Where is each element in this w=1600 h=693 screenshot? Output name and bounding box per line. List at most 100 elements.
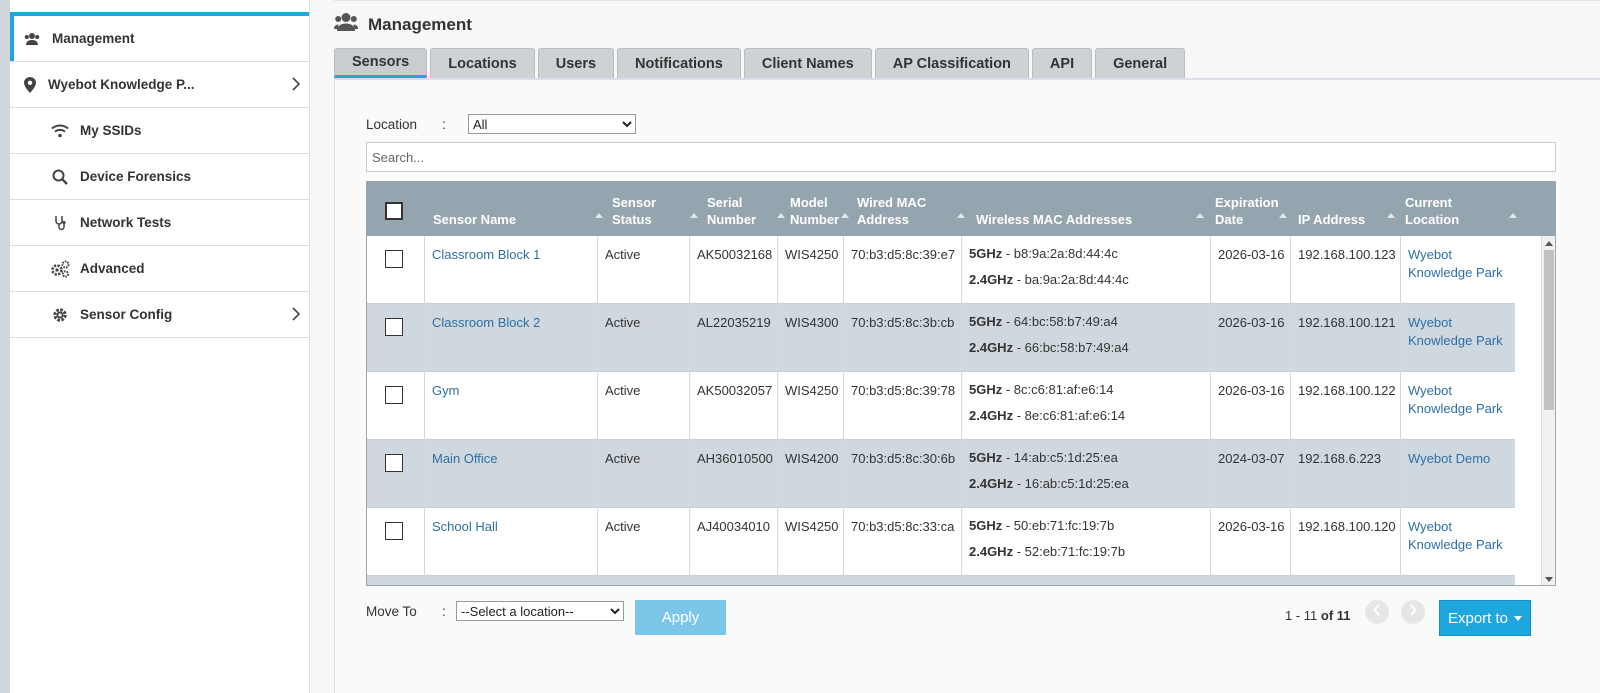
serial-number: AL22035219 xyxy=(697,315,771,330)
scroll-thumb[interactable] xyxy=(1544,250,1554,410)
users-icon xyxy=(22,29,42,49)
main-content: Management Sensors Locations Users Notif… xyxy=(334,0,1600,693)
row-checkbox[interactable] xyxy=(385,522,403,540)
sort-icon xyxy=(841,213,849,218)
col-header-current-location[interactable]: Current Location xyxy=(1405,194,1459,228)
location-link[interactable]: Wyebot Demo xyxy=(1408,451,1490,466)
sidebar-item-device-forensics[interactable]: Device Forensics xyxy=(10,154,309,200)
sensor-status: Active xyxy=(605,451,641,466)
sidebar-item-my-ssids[interactable]: My SSIDs xyxy=(10,108,309,154)
location-link[interactable]: Wyebot Knowledge Park xyxy=(1408,519,1503,552)
scroll-up-icon[interactable] xyxy=(1545,241,1553,246)
tab-client-names[interactable]: Client Names xyxy=(743,48,872,78)
table-row: School Hall Active AJ40034010 WIS4250 70… xyxy=(367,508,1515,576)
caret-down-icon xyxy=(1514,615,1523,621)
sort-icon xyxy=(957,213,965,218)
sidebar-item-management[interactable]: Management xyxy=(10,16,309,62)
chevron-left-icon xyxy=(1373,603,1381,621)
table-row: Classroom Block 1 Active AK50032168 WIS4… xyxy=(367,236,1515,304)
sidebar-item-network-tests[interactable]: Network Tests xyxy=(10,200,309,246)
ip-address: 192.168.6.223 xyxy=(1298,451,1382,466)
table-body: Classroom Block 1 Active AK50032168 WIS4… xyxy=(367,236,1515,585)
gear-icon xyxy=(50,305,70,325)
tab-ap-classification[interactable]: AP Classification xyxy=(874,48,1029,78)
model-number: WIS4250 xyxy=(785,519,839,534)
prev-page-button[interactable] xyxy=(1365,600,1389,624)
col-header-ip-address[interactable]: IP Address xyxy=(1298,211,1365,228)
sort-icon xyxy=(777,213,785,218)
model-number: WIS4250 xyxy=(785,247,839,262)
pager-total: of 11 xyxy=(1320,608,1351,623)
sensor-name-link[interactable]: Gym xyxy=(432,383,459,398)
col-header-sensor-name[interactable]: Sensor Name xyxy=(433,211,516,228)
sidebar-item-label: My SSIDs xyxy=(80,123,142,138)
move-to-label: Move To xyxy=(366,603,417,619)
wireless-mac: 5GHz - b8:9a:2a:8d:44:4c 2.4GHz - ba:9a:… xyxy=(962,236,1211,304)
sidebar: Management Wyebot Knowledge P... My SSID… xyxy=(10,0,310,693)
row-checkbox[interactable] xyxy=(385,454,403,472)
expiration-date: 2026-03-16 xyxy=(1218,519,1285,534)
export-button[interactable]: Export to xyxy=(1439,600,1531,636)
sort-icon xyxy=(1279,213,1287,218)
sensor-name-link[interactable]: Main Office xyxy=(432,451,498,466)
tab-locations[interactable]: Locations xyxy=(430,48,535,78)
model-number: WIS4200 xyxy=(785,451,839,466)
col-header-model-number[interactable]: Model Number xyxy=(790,194,839,228)
wired-mac: 70:b3:d5:8c:33:ca xyxy=(851,519,955,534)
tab-users[interactable]: Users xyxy=(537,48,615,78)
apply-button[interactable]: Apply xyxy=(635,600,726,635)
row-checkbox[interactable] xyxy=(385,250,403,268)
sensors-panel: Location : All Sensor Name SensorStatus … xyxy=(334,78,1600,693)
scroll-down-icon[interactable] xyxy=(1545,577,1553,582)
serial-number: AK50032168 xyxy=(697,247,773,262)
tab-sensors[interactable]: Sensors xyxy=(334,48,428,78)
col-header-wireless-mac[interactable]: Wireless MAC Addresses xyxy=(976,211,1132,228)
chevron-right-icon xyxy=(291,306,301,325)
sidebar-item-advanced[interactable]: Advanced xyxy=(10,246,309,292)
location-label: Location xyxy=(366,116,418,132)
sidebar-item-sensor-config[interactable]: Sensor Config xyxy=(10,292,309,338)
location-link[interactable]: Wyebot Knowledge Park xyxy=(1408,315,1503,348)
table-row: Classroom Block 2 Active AL22035219 WIS4… xyxy=(367,304,1515,372)
row-checkbox[interactable] xyxy=(385,386,403,404)
sensor-name-link[interactable]: Classroom Block 2 xyxy=(432,315,540,330)
move-to-select[interactable]: --Select a location-- xyxy=(456,601,624,621)
next-page-button[interactable] xyxy=(1401,600,1425,624)
location-link[interactable]: Wyebot Knowledge Park xyxy=(1408,383,1503,416)
pager-range: 1 - 11 xyxy=(1285,608,1318,623)
col-header-serial-number[interactable]: Serial Number xyxy=(707,194,756,228)
sidebar-item-label: Network Tests xyxy=(80,215,172,230)
sensors-table: Sensor Name Sensor Status Serial Number Mo… xyxy=(366,181,1556,586)
table-scrollbar[interactable] xyxy=(1541,236,1555,585)
sidebar-item-location[interactable]: Wyebot Knowledge P... xyxy=(10,62,309,108)
col-header-wired-mac[interactable]: Wired MAC Address xyxy=(857,194,926,228)
tab-notifications[interactable]: Notifications xyxy=(617,48,741,78)
col-header-expiration-date[interactable]: Expiration Date xyxy=(1215,194,1279,228)
export-label: Export to xyxy=(1447,609,1509,627)
sensor-name-link[interactable]: School Hall xyxy=(432,519,498,534)
ip-address: 192.168.100.122 xyxy=(1298,383,1396,398)
wireless-mac: 5GHz - 50:eb:71:fc:19:7b 2.4GHz - 52:eb:… xyxy=(962,508,1211,576)
sidebar-item-label: Wyebot Knowledge P... xyxy=(48,77,195,92)
model-number: WIS4300 xyxy=(785,315,839,330)
users-icon xyxy=(334,12,358,37)
sensor-name-link[interactable]: Classroom Block 1 xyxy=(432,247,540,262)
col-header-sensor-status[interactable]: Sensor Status xyxy=(612,194,656,228)
wireless-mac: 5GHz - 64:bc:58:b7:49:a4 2.4GHz - 66:bc:… xyxy=(962,304,1211,372)
top-rule xyxy=(334,0,1600,3)
ip-address: 192.168.100.120 xyxy=(1298,519,1396,534)
wired-mac: 70:b3:d5:8c:30:6b xyxy=(851,451,956,466)
select-all-checkbox[interactable] xyxy=(385,202,403,220)
stethoscope-icon xyxy=(50,213,70,233)
search-input[interactable] xyxy=(366,142,1556,172)
sort-icon xyxy=(1387,213,1395,218)
location-select[interactable]: All xyxy=(468,114,636,134)
move-to-colon: : xyxy=(442,603,446,619)
row-checkbox[interactable] xyxy=(385,318,403,336)
wired-mac: 70:b3:d5:8c:39:e7 xyxy=(851,247,956,262)
location-link[interactable]: Wyebot Knowledge Park xyxy=(1408,247,1503,280)
tab-general[interactable]: General xyxy=(1095,48,1186,78)
tab-api[interactable]: API xyxy=(1031,48,1093,78)
expiration-date: 2026-03-16 xyxy=(1218,315,1285,330)
page-title: Management xyxy=(368,14,472,34)
